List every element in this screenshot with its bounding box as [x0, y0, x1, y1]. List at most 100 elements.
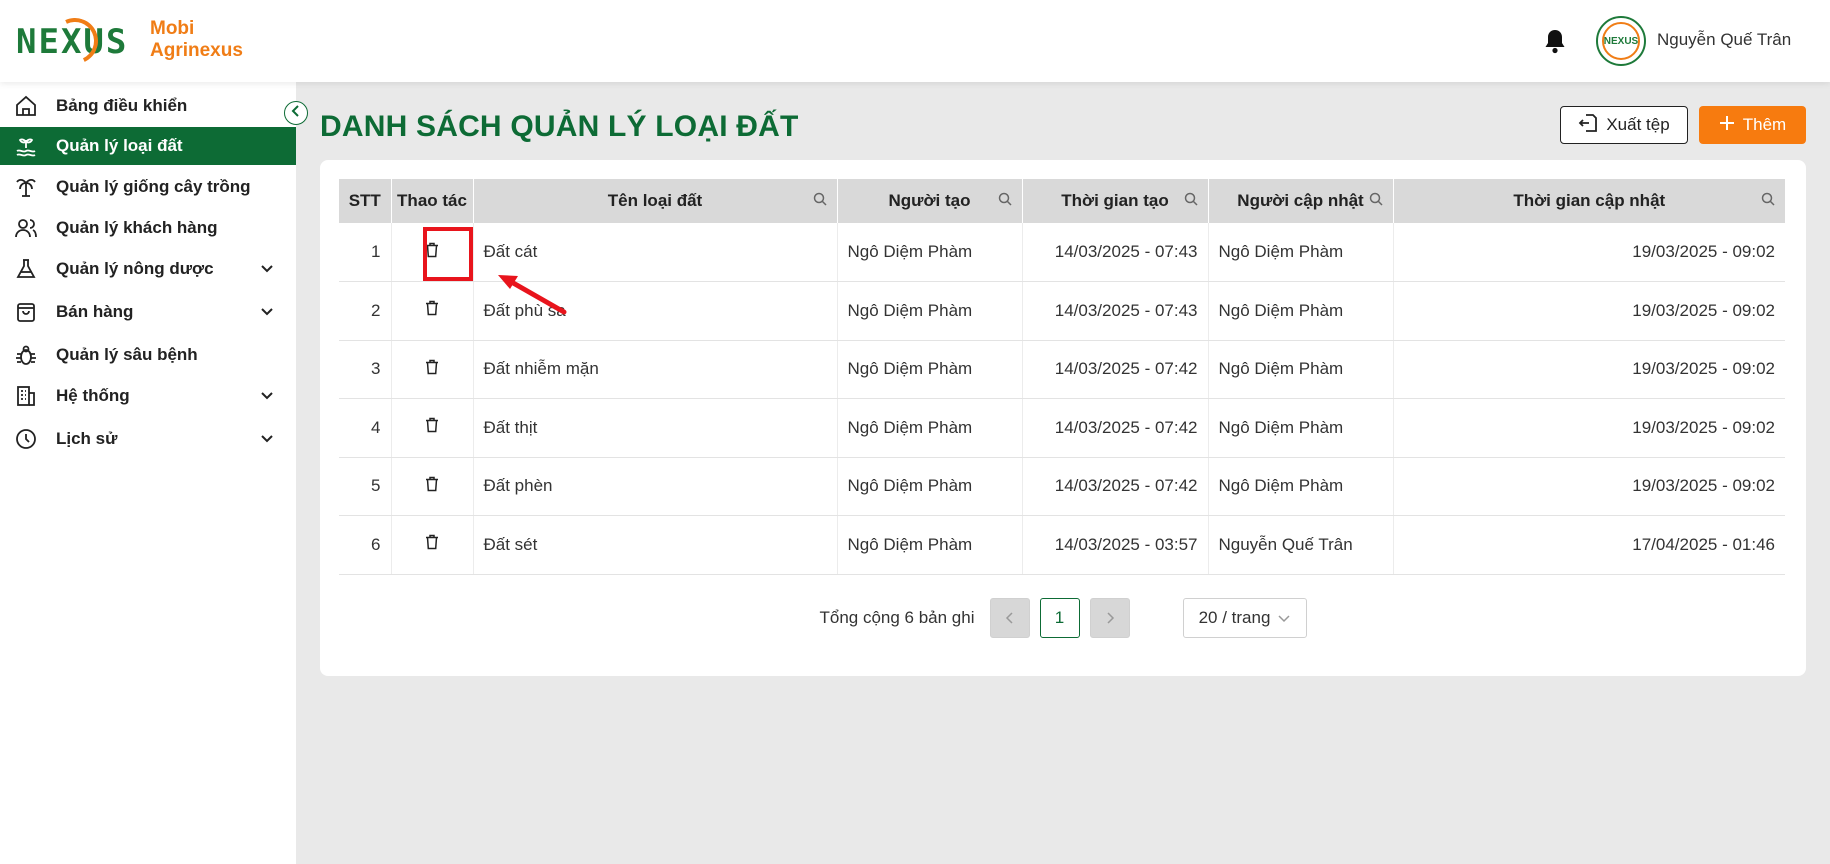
search-icon[interactable] — [813, 191, 827, 211]
trash-icon[interactable] — [425, 476, 439, 492]
bug-icon — [14, 343, 38, 367]
avatar-ring — [1602, 22, 1640, 60]
sidebar-item-label: Hệ thống — [56, 386, 130, 405]
cell-creator: Ngô Diệm Phàm — [837, 457, 1023, 516]
search-icon[interactable] — [1369, 191, 1383, 211]
sidebar-item-system[interactable]: Hệ thống — [0, 377, 296, 415]
cell-creator: Ngô Diệm Phàm — [837, 515, 1023, 575]
cell-created-time: 14/03/2025 - 07:42 — [1022, 398, 1209, 458]
column-header-updated-time[interactable]: Thời gian cập nhật — [1393, 179, 1785, 223]
cell-creator: Ngô Diệm Phàm — [837, 223, 1023, 282]
cell-stt: 2 — [339, 281, 392, 341]
sidebar-item-sales[interactable]: Bán hàng — [0, 293, 296, 331]
brand-name: Mobi Agrinexus — [150, 18, 243, 62]
cell-soil-name: Đất sét — [473, 515, 838, 575]
plus-icon — [1719, 115, 1743, 136]
cell-updated-time: 19/03/2025 - 09:02 — [1393, 223, 1785, 282]
sidebar-item-soil-types[interactable]: Quản lý loại đất — [0, 127, 296, 165]
avatar[interactable]: NEXUS — [1596, 16, 1646, 66]
sidebar-item-label: Quản lý sâu bệnh — [56, 345, 198, 364]
sidebar-item-label: Quản lý loại đất — [56, 136, 183, 155]
bell-icon[interactable] — [1544, 28, 1566, 54]
trash-icon[interactable] — [425, 534, 439, 550]
cell-soil-name: Đất thịt — [473, 398, 838, 458]
home-icon — [14, 94, 38, 118]
table-row: 2 Đất phù sa Ngô Diệm Phàm 14/03/2025 - … — [339, 281, 1785, 341]
soil-icon — [14, 134, 38, 158]
cell-actions — [391, 281, 474, 341]
cell-actions — [391, 223, 474, 282]
column-header-updater[interactable]: Người cập nhật — [1208, 179, 1394, 223]
page-size-select[interactable]: 20 / trang — [1182, 598, 1307, 638]
shopping-bag-icon — [14, 300, 38, 324]
column-header-creator[interactable]: Người tạo — [837, 179, 1023, 223]
sidebar-item-pesticides[interactable]: Quản lý nông dược — [0, 250, 296, 288]
table-row: 3 Đất nhiễm mặn Ngô Diệm Phàm 14/03/2025… — [339, 340, 1785, 399]
brand-logo[interactable]: NEXUS Mobi Agrinexus — [16, 11, 243, 71]
cell-stt: 5 — [339, 457, 392, 516]
cell-updater: Ngô Diệm Phàm — [1208, 281, 1394, 341]
page-number-button[interactable]: 1 — [1039, 598, 1080, 638]
sidebar-item-history[interactable]: Lịch sử — [0, 420, 296, 458]
chevron-down-icon — [260, 261, 274, 281]
nexus-logo-mark: NEXUS — [16, 11, 136, 71]
trash-icon[interactable] — [425, 359, 439, 375]
cell-updated-time: 17/04/2025 - 01:46 — [1393, 515, 1785, 575]
column-header-created-time[interactable]: Thời gian tạo — [1022, 179, 1209, 223]
sidebar-item-label: Lịch sử — [56, 429, 118, 448]
palm-tree-icon — [14, 175, 38, 199]
chevron-left-icon — [291, 104, 301, 122]
sidebar-item-label: Bán hàng — [56, 302, 134, 321]
search-icon[interactable] — [1184, 191, 1198, 211]
brand-line-2: Agrinexus — [150, 40, 243, 61]
table-row: 1 Đất cát Ngô Diệm Phàm 14/03/2025 - 07:… — [339, 223, 1785, 282]
table-card: STT Thao tác Tên loại đất Người tạo Thời… — [320, 160, 1806, 676]
trash-icon[interactable] — [425, 300, 439, 316]
top-bar: NEXUS Mobi Agrinexus NEXUS Nguyễn Quế Tr… — [0, 0, 1830, 82]
cell-updated-time: 19/03/2025 - 09:02 — [1393, 457, 1785, 516]
export-label: Xuất tệp — [1606, 115, 1670, 134]
search-icon[interactable] — [1761, 191, 1775, 211]
table-header-row: STT Thao tác Tên loại đất Người tạo Thời… — [339, 179, 1785, 223]
cell-updated-time: 19/03/2025 - 09:02 — [1393, 398, 1785, 458]
cell-updater: Ngô Diệm Phàm — [1208, 398, 1394, 458]
sidebar-collapse-button[interactable] — [284, 101, 308, 125]
cell-stt: 4 — [339, 398, 392, 458]
add-button[interactable]: Thêm — [1699, 106, 1806, 144]
next-page-button[interactable] — [1089, 598, 1130, 638]
user-name[interactable]: Nguyễn Quế Trân — [1657, 30, 1791, 50]
trash-icon[interactable] — [425, 242, 439, 258]
prev-page-button[interactable] — [989, 598, 1030, 638]
cell-creator: Ngô Diệm Phàm — [837, 398, 1023, 458]
sidebar-item-customers[interactable]: Quản lý khách hàng — [0, 209, 296, 247]
soil-types-table: STT Thao tác Tên loại đất Người tạo Thời… — [339, 179, 1785, 575]
sidebar-item-crop-varieties[interactable]: Quản lý giống cây trồng — [0, 168, 296, 206]
pagination-total: Tổng cộng 6 bản ghi — [819, 608, 975, 627]
export-file-icon — [1578, 113, 1606, 138]
cell-created-time: 14/03/2025 - 07:43 — [1022, 223, 1209, 282]
cell-actions — [391, 398, 474, 458]
cell-actions — [391, 340, 474, 399]
column-header-soil-name[interactable]: Tên loại đất — [473, 179, 838, 223]
cell-updater: Ngô Diệm Phàm — [1208, 457, 1394, 516]
cell-actions — [391, 515, 474, 575]
cell-soil-name: Đất nhiễm mặn — [473, 340, 838, 399]
cell-created-time: 14/03/2025 - 07:42 — [1022, 457, 1209, 516]
trash-icon[interactable] — [425, 417, 439, 433]
chevron-down-icon — [260, 431, 274, 451]
cell-created-time: 14/03/2025 - 07:43 — [1022, 281, 1209, 341]
column-header-stt[interactable]: STT — [339, 179, 392, 223]
chevron-down-icon — [1278, 608, 1290, 628]
export-button[interactable]: Xuất tệp — [1560, 106, 1688, 144]
cell-soil-name: Đất phèn — [473, 457, 838, 516]
cell-updated-time: 19/03/2025 - 09:02 — [1393, 340, 1785, 399]
search-icon[interactable] — [998, 191, 1012, 211]
building-icon — [14, 384, 38, 408]
sidebar-item-label: Quản lý nông dược — [56, 259, 214, 278]
history-icon — [14, 427, 38, 451]
sidebar-item-pests[interactable]: Quản lý sâu bệnh — [0, 336, 296, 374]
sidebar-item-dashboard[interactable]: Bảng điều khiển — [0, 87, 296, 125]
column-header-actions: Thao tác — [391, 179, 474, 223]
chevron-down-icon — [260, 304, 274, 324]
cell-soil-name: Đất cát — [473, 223, 838, 282]
